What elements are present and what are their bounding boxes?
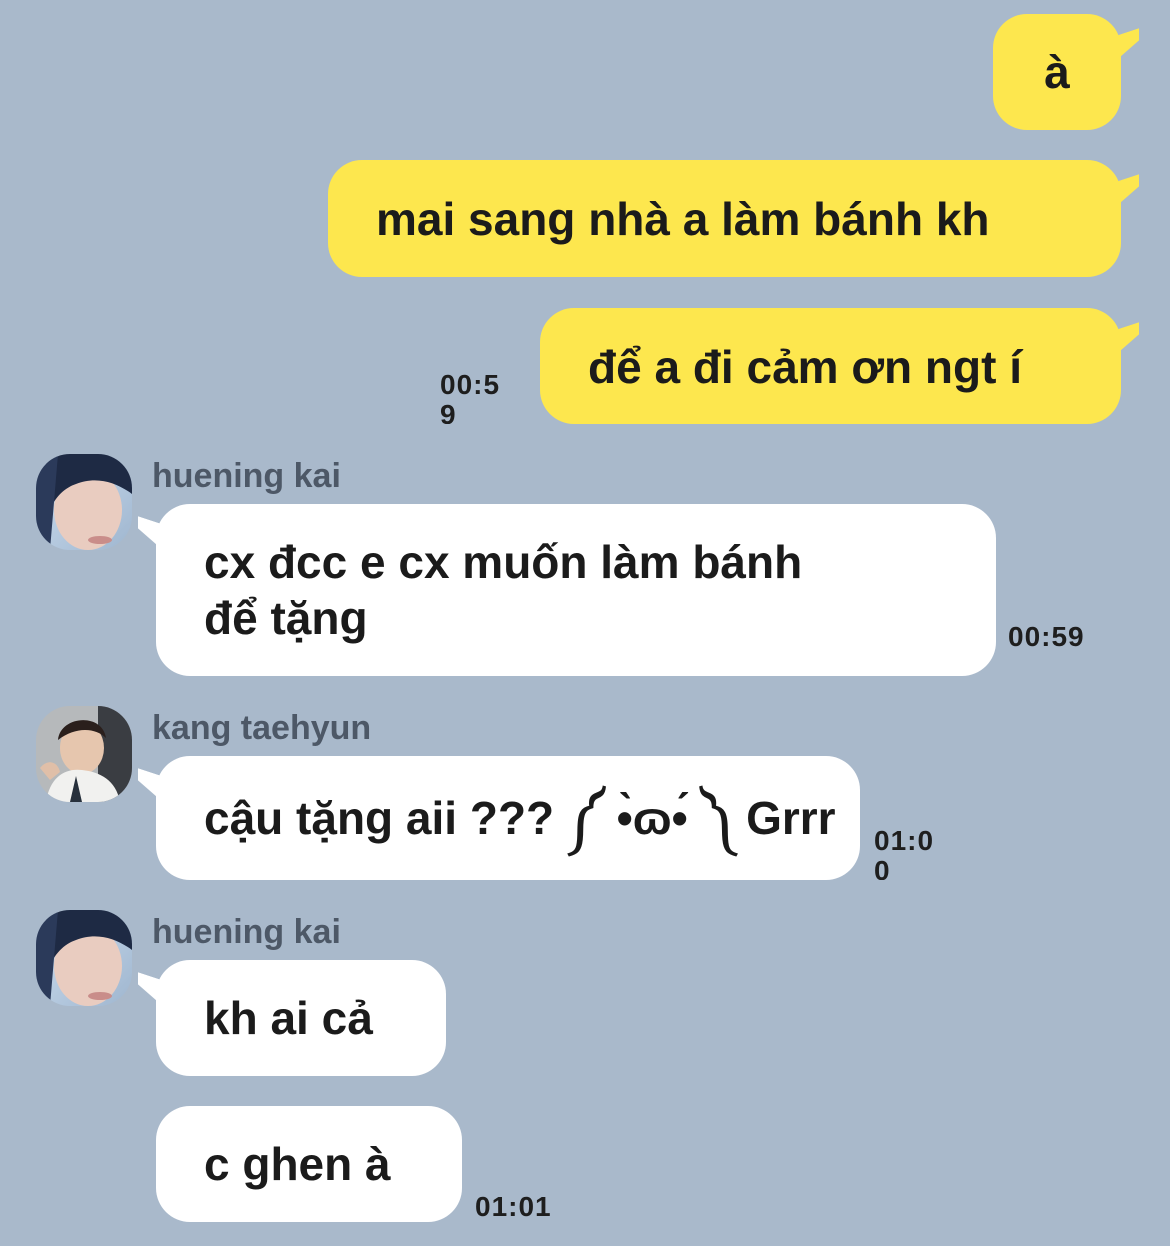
incoming-message-bubble[interactable]: c ghen à (156, 1106, 462, 1222)
sender-name: huening kai (152, 457, 341, 495)
message-text: để tặng (204, 592, 368, 644)
huening-kai-avatar-icon[interactable] (36, 910, 132, 1006)
outgoing-message-bubble[interactable]: à (993, 14, 1139, 130)
incoming-message-bubble[interactable]: kh ai cả (138, 960, 446, 1076)
outgoing-message-bubble[interactable]: mai sang nhà a làm bánh kh (328, 160, 1139, 277)
message-timestamp: 00:59 (440, 370, 501, 424)
message-text: cậu tặng aii ??? ༼ •̀ɷ•́ ༽ Grrr (204, 792, 836, 844)
incoming-message-bubble[interactable]: cx đcc e cx muốn làm bánh để tặng (138, 504, 996, 676)
incoming-message-bubble[interactable]: cậu tặng aii ??? ༼ •̀ɷ•́ ༽ Grrr (138, 756, 860, 880)
bubble-tail (138, 972, 160, 1004)
message-timestamp: 00:59 (1008, 622, 1085, 652)
bubble-tail (1117, 322, 1139, 354)
message-text: c ghen à (204, 1138, 391, 1190)
sender-name: kang taehyun (152, 709, 372, 747)
message-text: mai sang nhà a làm bánh kh (376, 193, 990, 245)
sender-name: huening kai (152, 913, 341, 951)
bubble-tail (138, 516, 160, 548)
message-timestamp: 01:00 (874, 826, 935, 880)
message-text: à (1044, 46, 1070, 98)
bubble-tail (1117, 174, 1139, 206)
message-timestamp: 01:01 (475, 1192, 552, 1222)
message-text: kh ai cả (204, 992, 373, 1044)
kang-taehyun-avatar-icon[interactable] (36, 706, 132, 802)
bubble-tail (1117, 28, 1139, 60)
huening-kai-avatar-icon[interactable] (36, 454, 132, 550)
bubble-tail (138, 768, 160, 800)
outgoing-message-bubble[interactable]: để a đi cảm ơn ngt í (540, 308, 1139, 424)
message-text: cx đcc e cx muốn làm bánh (204, 536, 803, 588)
message-text: để a đi cảm ơn ngt í (588, 341, 1022, 393)
